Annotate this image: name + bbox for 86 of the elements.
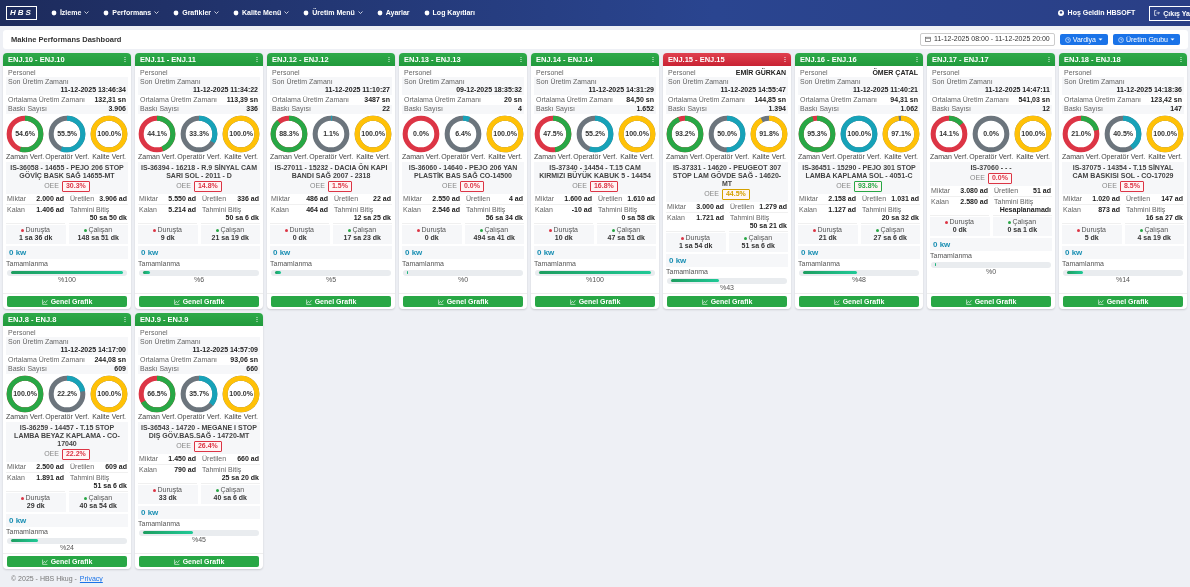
power-reading: 0 kw bbox=[669, 255, 687, 265]
menu-icon bbox=[376, 10, 383, 16]
menu-icon bbox=[423, 10, 430, 16]
chart-icon bbox=[305, 298, 312, 305]
power-reading: 0 kw bbox=[801, 247, 819, 257]
caret-icon bbox=[1170, 38, 1175, 41]
chart-icon bbox=[41, 298, 48, 305]
power-reading: 0 kw bbox=[141, 507, 159, 517]
donut-gauge bbox=[798, 114, 837, 153]
caret-icon bbox=[154, 11, 160, 15]
donut-gauge bbox=[138, 114, 177, 153]
status-dot bbox=[285, 228, 289, 232]
caret-icon bbox=[284, 11, 290, 15]
donut-gauge bbox=[270, 114, 309, 153]
chart-icon bbox=[41, 558, 48, 565]
donut-gauge bbox=[1062, 114, 1101, 153]
donut-gauge bbox=[138, 375, 177, 413]
status-dot bbox=[21, 496, 25, 500]
power-reading: 0 kw bbox=[933, 239, 951, 249]
menu-icon bbox=[173, 10, 180, 16]
status-dot bbox=[744, 236, 748, 240]
clock-icon bbox=[1118, 36, 1124, 43]
donut-gauge bbox=[708, 114, 747, 153]
donut-gauge bbox=[840, 114, 879, 153]
donut-gauge bbox=[972, 114, 1011, 153]
status-dot bbox=[84, 496, 88, 500]
status-dot bbox=[21, 228, 25, 232]
donut-gauge bbox=[6, 375, 45, 413]
user-icon bbox=[1057, 10, 1064, 16]
status-dot bbox=[153, 488, 157, 492]
menu-icon bbox=[233, 10, 239, 16]
status-dot bbox=[216, 228, 220, 232]
chart-icon bbox=[569, 298, 576, 305]
donut-gauge bbox=[1104, 114, 1143, 153]
donut-gauge bbox=[48, 375, 87, 413]
status-dot bbox=[681, 236, 685, 240]
status-dot bbox=[813, 228, 817, 232]
logout-icon bbox=[1154, 10, 1161, 16]
chart-icon bbox=[1097, 298, 1104, 305]
logo[interactable]: HBS bbox=[6, 6, 37, 20]
donut-gauge bbox=[48, 114, 87, 153]
status-dot bbox=[549, 228, 553, 232]
status-dot bbox=[348, 228, 352, 232]
donut-gauge bbox=[534, 114, 573, 153]
status-dot bbox=[1140, 228, 1144, 232]
donut-gauge bbox=[180, 114, 219, 153]
caret-icon bbox=[214, 11, 219, 15]
power-reading: 0 kw bbox=[9, 515, 27, 525]
menu-icon bbox=[103, 10, 110, 16]
donut-gauge bbox=[666, 114, 705, 153]
status-dot bbox=[84, 228, 88, 232]
status-dot bbox=[153, 228, 157, 232]
status-dot bbox=[612, 228, 616, 232]
donut-gauge bbox=[6, 114, 45, 153]
status-dot bbox=[945, 220, 949, 224]
status-dot bbox=[216, 488, 220, 492]
power-reading: 0 kw bbox=[273, 247, 291, 257]
chart-icon bbox=[833, 298, 840, 305]
power-reading: 0 kw bbox=[537, 247, 555, 257]
status-dot bbox=[1008, 220, 1012, 224]
donut-gauge bbox=[402, 114, 441, 153]
power-reading: 0 kw bbox=[9, 247, 27, 257]
power-reading: 0 kw bbox=[1065, 247, 1083, 257]
caret-icon bbox=[357, 11, 363, 15]
chart-icon bbox=[701, 298, 708, 305]
donut-gauge bbox=[576, 114, 615, 153]
clock-icon bbox=[1064, 36, 1071, 43]
menu-icon bbox=[50, 10, 57, 16]
chart-icon bbox=[437, 298, 444, 305]
donut-gauge bbox=[930, 114, 969, 153]
caret-icon bbox=[1098, 38, 1103, 41]
status-dot bbox=[1077, 228, 1081, 232]
donut-gauge bbox=[444, 114, 483, 153]
power-reading: 0 kw bbox=[141, 247, 159, 257]
calendar-icon bbox=[925, 36, 932, 43]
status-dot bbox=[480, 228, 484, 232]
status-dot bbox=[417, 228, 421, 232]
chart-icon bbox=[173, 298, 180, 305]
status-dot bbox=[876, 228, 880, 232]
caret-icon bbox=[84, 11, 90, 15]
menu-icon bbox=[303, 10, 310, 16]
chart-icon bbox=[965, 298, 972, 305]
chart-icon bbox=[173, 558, 180, 565]
donut-gauge bbox=[180, 375, 219, 413]
donut-gauge bbox=[312, 114, 351, 153]
power-reading: 0 kw bbox=[405, 247, 423, 257]
